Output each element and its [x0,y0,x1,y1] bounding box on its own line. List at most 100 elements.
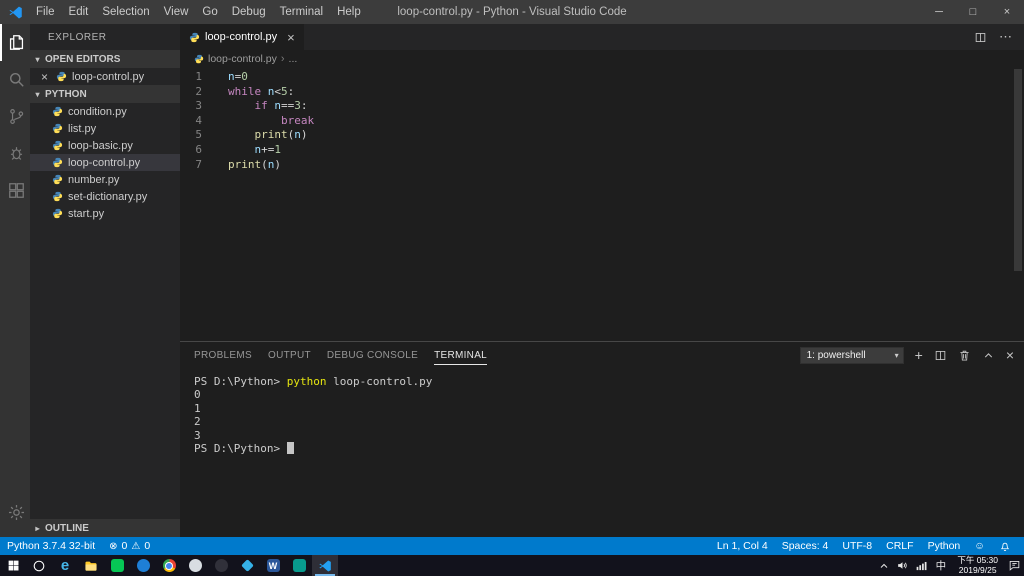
status-python-interpreter[interactable]: Python 3.7.4 32-bit [0,540,102,552]
status-language-mode[interactable]: Python [921,540,968,552]
ime-indicator[interactable]: 中 [931,555,950,576]
terminal-picker[interactable]: 1: powershell ▾ [799,346,904,364]
new-terminal-icon[interactable]: + [915,348,923,362]
kill-terminal-icon[interactable] [958,349,971,362]
terminal[interactable]: PS D:\Python> python loop-control.py 0 1 2 3… [180,368,1024,537]
taskbar-app-app-dark[interactable] [208,555,234,576]
panel-tab-terminal[interactable]: TERMINAL [434,345,488,365]
menu-edit[interactable]: Edit [62,0,96,24]
file-explorer-icon [85,561,97,571]
interpreter-label: Python 3.7.4 32-bit [7,540,96,552]
chevron-down-icon: ▾ [35,89,40,99]
close-panel-icon[interactable]: × [1006,347,1014,363]
status-eol[interactable]: CRLF [879,540,920,552]
terminal-line: PS D:\Python> python loop-control.py [194,375,433,388]
status-cursor-position[interactable]: Ln 1, Col 4 [710,540,775,552]
taskbar-app-app-teal[interactable] [286,555,312,576]
taskbar-app-vscode[interactable] [312,555,338,576]
taskbar-app-chrome[interactable] [156,555,182,576]
menu-selection[interactable]: Selection [95,0,156,24]
taskbar-clock[interactable]: 下午 05:30 2019/9/25 [950,555,1005,575]
split-terminal-icon[interactable] [934,349,947,362]
panel-tab-problems[interactable]: PROBLEMS [194,345,252,365]
line-number: 5 [195,128,202,142]
network-icon[interactable] [912,555,931,576]
folder-header[interactable]: ▾ PYTHON [30,85,180,103]
status-bar-right: Ln 1, Col 4 Spaces: 4 UTF-8 CRLF Python ☺ [710,540,1024,552]
action-center-icon[interactable] [1005,555,1024,576]
tray-chevron-up-icon[interactable] [874,555,893,576]
taskbar-apps: eW [0,555,338,576]
status-indentation[interactable]: Spaces: 4 [775,540,836,552]
activity-search[interactable] [0,61,30,98]
panel-tab-output[interactable]: OUTPUT [268,345,311,365]
activity-extensions[interactable] [0,172,30,209]
chevron-right-icon: › [280,53,285,65]
activity-explorer[interactable] [0,24,30,61]
maximize-button[interactable]: □ [956,0,990,24]
workbench: EXPLORER ▾ OPEN EDITORS × loop-control.p… [0,24,1024,537]
open-editor-item[interactable]: × loop-control.py [30,68,180,85]
open-editors-header[interactable]: ▾ OPEN EDITORS [30,50,180,68]
taskbar-app-search[interactable] [26,555,52,576]
activity-source-control[interactable] [0,98,30,135]
code-editor[interactable]: 1234567 n=0 while n<5: if n==3: break pri… [180,68,1024,172]
python-file-icon [52,157,63,168]
editor-area: loop-control.py × ⋯ loop-control.py › ..… [180,24,1024,537]
status-encoding[interactable]: UTF-8 [835,540,879,552]
file-item-condition-py[interactable]: condition.py [30,103,180,120]
green-app-icon [110,559,124,572]
outline-header[interactable]: ▸ OUTLINE [30,519,180,537]
tab-label: loop-control.py [205,31,278,43]
python-file-icon [52,140,63,151]
volume-icon[interactable] [893,555,912,576]
file-name: loop-basic.py [68,139,133,152]
close-button[interactable]: × [990,0,1024,24]
editor-scrollbar[interactable] [1014,69,1022,271]
close-icon[interactable]: × [38,70,51,84]
file-item-start-py[interactable]: start.py [30,205,180,222]
menu-terminal[interactable]: Terminal [273,0,330,24]
menu-debug[interactable]: Debug [225,0,273,24]
taskbar-app-word[interactable]: W [260,555,286,576]
panel-tab-debug-console[interactable]: DEBUG CONSOLE [327,345,418,365]
file-item-number-py[interactable]: number.py [30,171,180,188]
breadcrumb-file[interactable]: loop-control.py [208,53,277,65]
taskbar-app-app-light[interactable] [182,555,208,576]
minimize-button[interactable]: ─ [922,0,956,24]
activity-debug[interactable] [0,135,30,172]
clock-date: 2019/9/25 [958,564,997,575]
folder-label: PYTHON [45,88,87,100]
taskbar-app-edge[interactable]: e [52,555,78,576]
menu-help[interactable]: Help [330,0,368,24]
feedback-smiley-icon[interactable]: ☺ [967,540,992,552]
status-problems[interactable]: ⊗ 0 ⚠ 0 [102,540,157,552]
taskbar-app-app-blue[interactable] [130,555,156,576]
tab-close-icon[interactable]: × [287,30,295,45]
menu-go[interactable]: Go [195,0,224,24]
split-editor-icon[interactable] [974,31,987,44]
taskbar-app-file-explorer[interactable] [78,555,104,576]
file-item-set-dictionary-py[interactable]: set-dictionary.py [30,188,180,205]
vscode-logo-icon [8,5,23,20]
file-item-loop-control-py[interactable]: loop-control.py [30,154,180,171]
taskbar-app-app-diamond[interactable] [234,555,260,576]
code-line: print(n) [228,157,281,171]
taskbar-app-app-green[interactable] [104,555,130,576]
system-tray: 中 下午 05:30 2019/9/25 [874,555,1024,576]
breadcrumb[interactable]: loop-control.py › ... [180,50,1024,68]
menu-view[interactable]: View [157,0,196,24]
taskbar-app-start[interactable] [0,555,26,576]
activity-settings[interactable] [0,494,30,531]
terminal-line: 1 [194,401,201,415]
more-actions-icon[interactable]: ⋯ [999,29,1012,45]
maximize-panel-icon[interactable] [982,349,995,362]
file-item-list-py[interactable]: list.py [30,120,180,137]
menu-file[interactable]: File [29,0,62,24]
notifications-bell-icon[interactable] [992,540,1018,552]
terminal-cursor [286,442,294,455]
python-file-icon [52,174,63,185]
breadcrumb-symbol[interactable]: ... [289,53,298,65]
file-item-loop-basic-py[interactable]: loop-basic.py [30,137,180,154]
tab-loop-control-py[interactable]: loop-control.py × [180,24,304,50]
